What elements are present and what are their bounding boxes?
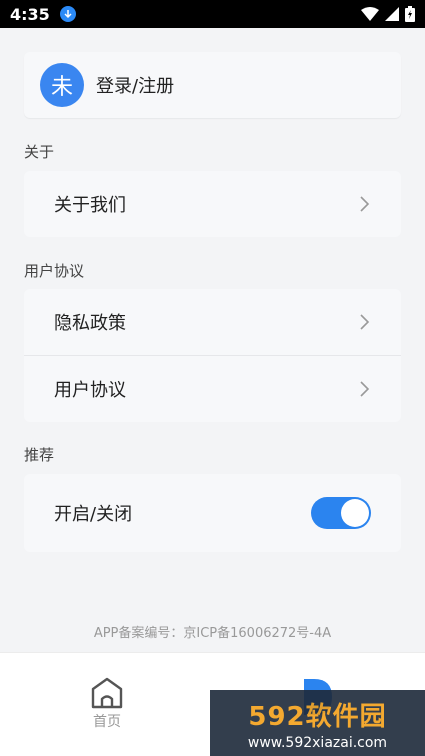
wifi-icon	[361, 7, 379, 21]
chevron-right-icon	[360, 381, 370, 397]
status-bar: 4:35	[0, 0, 425, 28]
chevron-right-icon	[360, 196, 370, 212]
about-us-item[interactable]: 关于我们	[24, 171, 401, 237]
nav-home-label: 首页	[93, 714, 121, 730]
user-agreement-label: 用户协议	[54, 380, 126, 401]
avatar: 未	[40, 63, 84, 107]
home-icon	[91, 677, 123, 709]
site-watermark: 592软件园 www.592xiazai.com	[210, 690, 425, 756]
user-agreement-item[interactable]: 用户协议	[24, 356, 401, 422]
toggle-label: 开启/关闭	[54, 504, 133, 525]
section-title-agreement: 用户协议	[24, 262, 85, 280]
icp-record: APP备案编号：京ICP备16006272号-4A	[93, 626, 332, 641]
login-card[interactable]: 未 登录/注册	[24, 52, 401, 118]
recommend-toggle-row: 开启/关闭	[24, 474, 401, 552]
battery-icon	[405, 6, 415, 22]
status-time: 4:35	[10, 4, 50, 24]
download-icon	[59, 6, 76, 22]
signal-icon	[385, 7, 399, 21]
section-title-about: 关于	[24, 143, 55, 161]
section-title-recommend: 推荐	[24, 446, 55, 464]
recommend-toggle[interactable]	[311, 497, 371, 529]
privacy-policy-label: 隐私政策	[54, 313, 126, 334]
privacy-policy-item[interactable]: 隐私政策	[24, 289, 401, 355]
chevron-right-icon	[360, 314, 370, 330]
watermark-url: www.592xiazai.com	[247, 734, 388, 751]
login-register-label: 登录/注册	[96, 76, 175, 97]
status-icons	[361, 6, 415, 22]
watermark-logo-text: 592软件园	[248, 701, 387, 732]
about-us-label: 关于我们	[54, 195, 126, 216]
nav-home[interactable]: 首页	[80, 677, 134, 731]
toggle-knob	[341, 499, 369, 527]
